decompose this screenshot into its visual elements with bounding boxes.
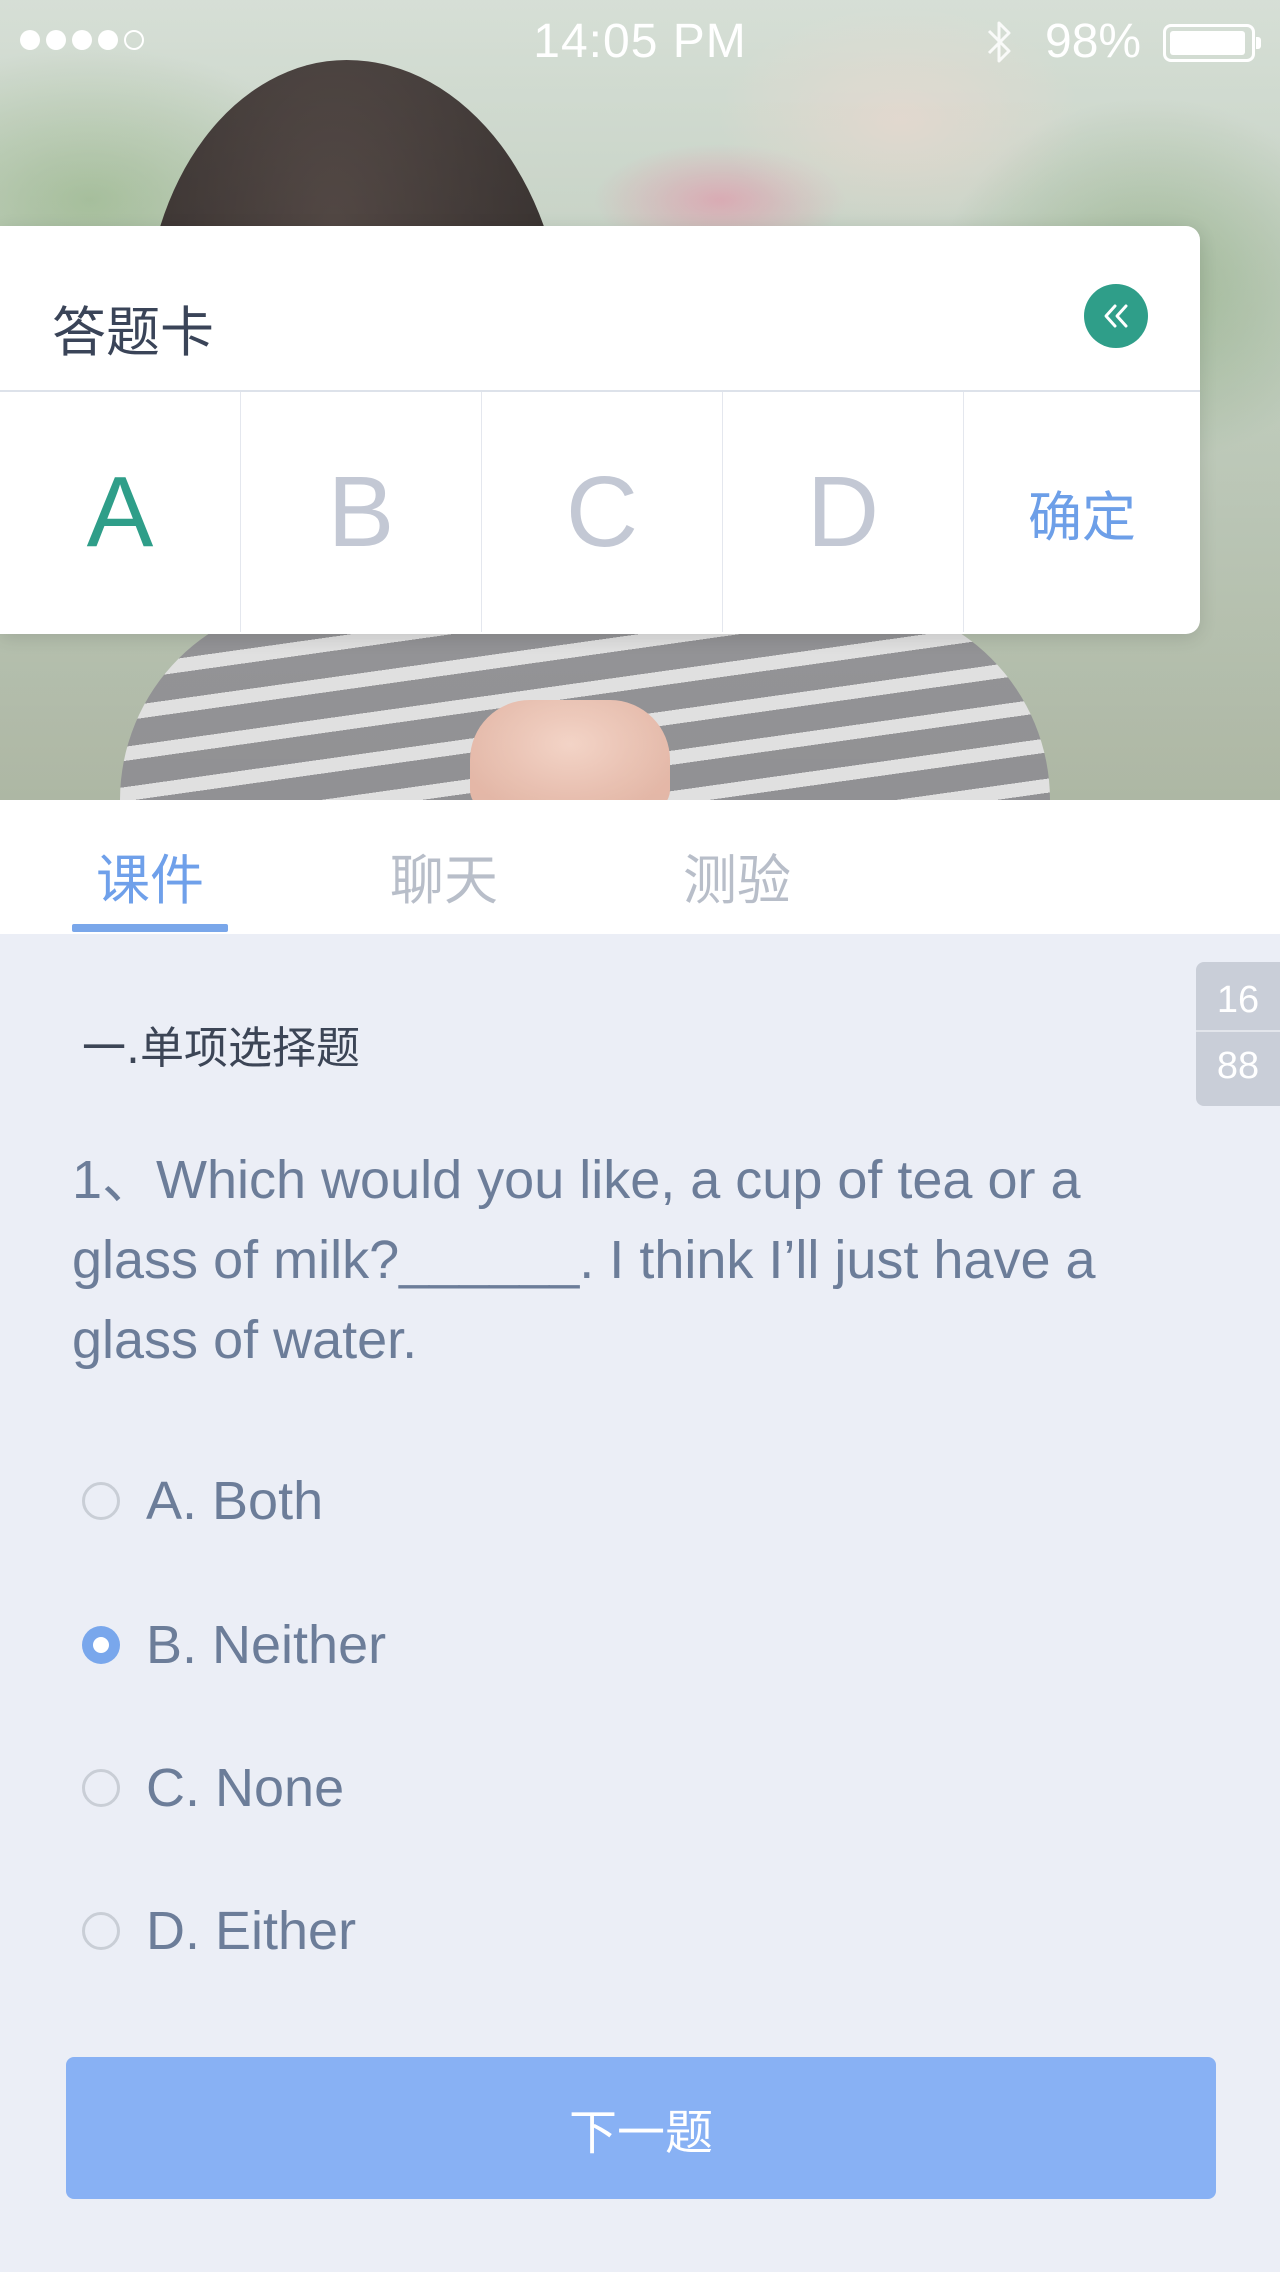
choice-b[interactable]: B. Neither	[82, 1610, 386, 1680]
tab-quiz[interactable]: 测验	[683, 836, 791, 915]
radio-unchecked-icon[interactable]	[82, 1769, 120, 1807]
double-chevron-left-icon	[1104, 304, 1128, 328]
radio-unchecked-icon[interactable]	[82, 1482, 120, 1520]
answer-option-c[interactable]: C	[482, 392, 723, 632]
answer-card-title: 答题卡	[52, 301, 214, 364]
tab-chat[interactable]: 聊天	[390, 836, 498, 915]
total-pages: 88	[1216, 1045, 1260, 1087]
page-counter: 16 88	[1196, 962, 1280, 1106]
tab-courseware[interactable]: 课件	[96, 836, 204, 915]
confirm-button[interactable]: 确定	[964, 392, 1200, 632]
choice-label: A. Both	[146, 1471, 324, 1531]
bluetooth-icon	[987, 21, 1011, 63]
answer-card-panel: 答题卡 A B C D 确定	[0, 226, 1200, 634]
choice-d[interactable]: D. Either	[82, 1896, 356, 1966]
collapse-button[interactable]	[1084, 284, 1148, 348]
status-bar: 14:05 PM 98%	[0, 0, 1280, 80]
current-page: 16	[1196, 962, 1280, 1032]
choice-label: B. Neither	[146, 1615, 387, 1675]
choice-c[interactable]: C. None	[82, 1753, 344, 1823]
answer-option-a[interactable]: A	[0, 392, 241, 632]
answer-option-d[interactable]: D	[723, 392, 964, 632]
radio-checked-icon[interactable]	[82, 1626, 120, 1664]
active-tab-indicator	[72, 924, 228, 932]
question-text: 1、Which would you like, a cup of tea or …	[72, 1150, 1096, 1370]
answer-options-row: A B C D 确定	[0, 392, 1200, 632]
choice-a[interactable]: A. Both	[82, 1466, 323, 1536]
radio-unchecked-icon[interactable]	[82, 1912, 120, 1950]
tab-bar: 课件 聊天 测验	[0, 800, 1280, 934]
section-title: 一.单项选择题	[82, 1023, 360, 1074]
choice-label: D. Either	[146, 1901, 357, 1961]
choice-label: C. None	[146, 1758, 345, 1818]
answer-option-b[interactable]: B	[241, 392, 482, 632]
answer-card-header: 答题卡	[0, 226, 1200, 392]
next-question-button[interactable]: 下一题	[66, 2057, 1216, 2199]
battery-percentage: 98%	[1045, 15, 1142, 68]
battery-icon	[1163, 24, 1261, 62]
